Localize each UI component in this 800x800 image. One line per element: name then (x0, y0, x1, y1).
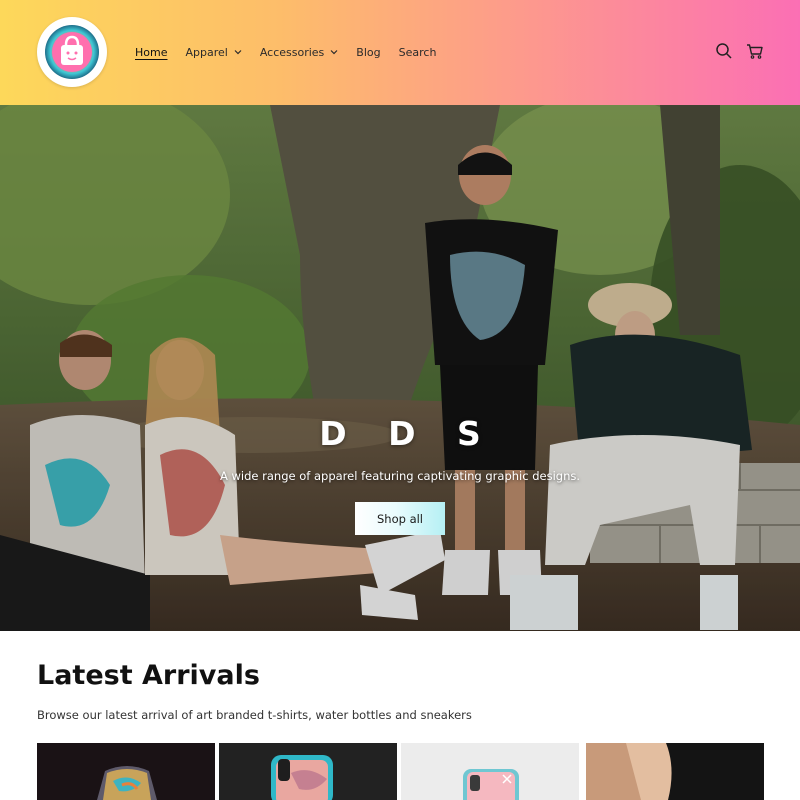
product-card-phone-case-pastel[interactable] (401, 743, 579, 800)
nav-home[interactable]: Home (135, 46, 167, 59)
store-logo[interactable] (37, 17, 107, 87)
product-image (37, 743, 215, 800)
product-image (401, 743, 579, 800)
search-icon (716, 43, 732, 59)
latest-arrivals-title: Latest Arrivals (37, 660, 260, 691)
site-header: Home Apparel Accessories Blog Search (0, 0, 800, 105)
nav-apparel[interactable]: Apparel (185, 45, 242, 59)
product-card-watch[interactable] (37, 743, 215, 800)
chevron-down-icon (234, 50, 242, 55)
hero-title: D D S (319, 414, 496, 453)
hero-subtitle: A wide range of apparel featuring captiv… (219, 469, 581, 483)
nav-blog[interactable]: Blog (356, 46, 380, 59)
main-navigation: Home Apparel Accessories Blog Search (135, 44, 454, 60)
product-card-apparel[interactable] (586, 743, 764, 800)
hero-banner: D D S A wide range of apparel featuring … (0, 105, 800, 631)
nav-search-label: Search (398, 45, 437, 59)
nav-accessories-label: Accessories (259, 45, 325, 59)
nav-apparel-label: Apparel (185, 45, 228, 59)
cart-button[interactable] (745, 41, 765, 61)
product-grid (37, 743, 764, 800)
nav-home-label: Home (135, 45, 168, 59)
nav-blog-label: Blog (356, 45, 381, 59)
latest-arrivals-subtitle: Browse our latest arrival of art branded… (37, 708, 472, 722)
shopping-bag-logo-icon (45, 25, 99, 79)
shop-all-button[interactable]: Shop all (355, 502, 445, 535)
product-image (219, 743, 397, 800)
chevron-down-icon (330, 50, 338, 55)
nav-search[interactable]: Search (399, 46, 437, 59)
nav-accessories[interactable]: Accessories (260, 46, 338, 59)
product-image (586, 743, 764, 800)
product-card-phone-case-teal[interactable] (219, 743, 397, 800)
cart-icon (747, 44, 763, 59)
search-button[interactable] (714, 41, 734, 61)
hero-photo (0, 105, 800, 631)
